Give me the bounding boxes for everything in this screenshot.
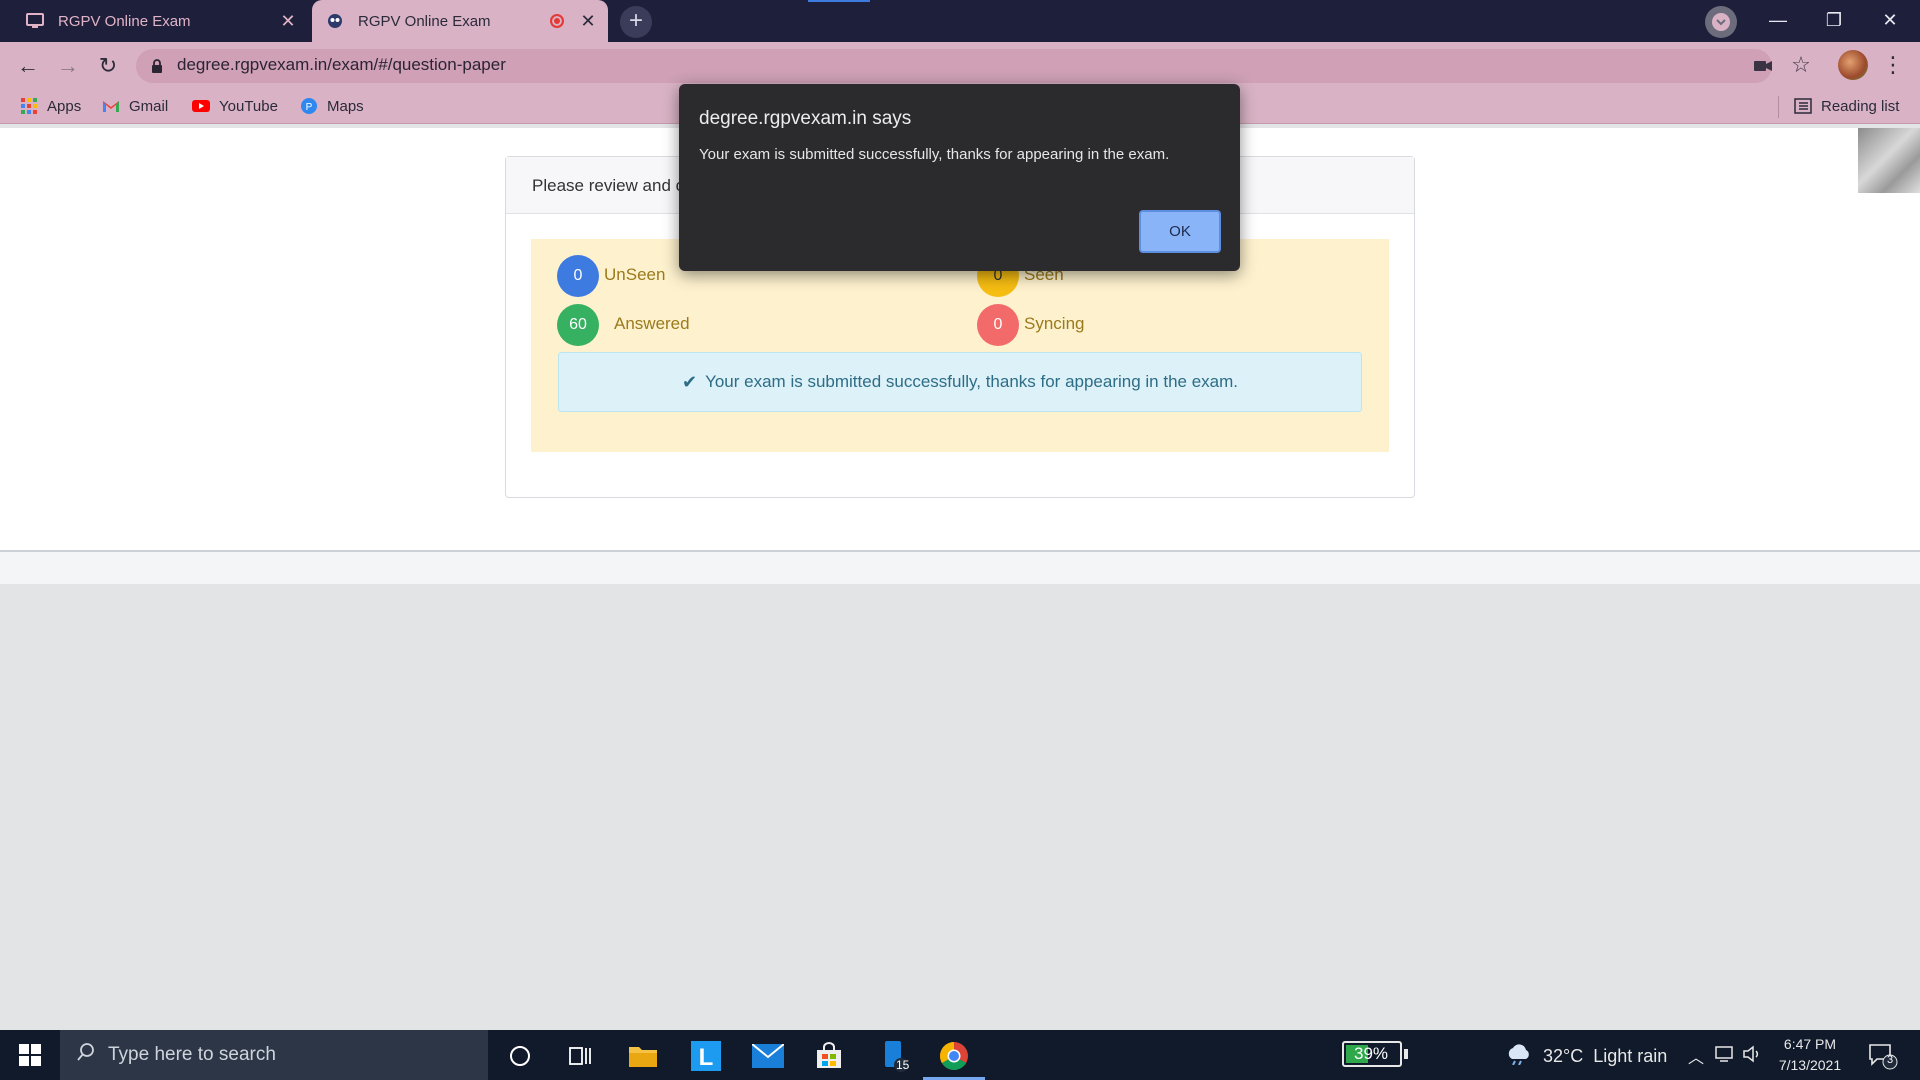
store-badge: 15 — [896, 1058, 910, 1072]
tab-rgpv-online-exam-1[interactable]: RGPV Online Exam ✕ — [12, 0, 308, 42]
notification-count: 3 — [1887, 1054, 1894, 1066]
bookmark-label: Apps — [47, 97, 82, 115]
clock-date: 7/13/2021 — [1778, 1057, 1842, 1073]
minimize-button[interactable]: — — [1750, 0, 1806, 42]
search-placeholder: Type here to search — [108, 1044, 276, 1065]
chrome-icon[interactable] — [936, 1038, 972, 1074]
battery-indicator[interactable]: 39% — [1342, 1041, 1408, 1067]
bookmark-apps[interactable]: Apps — [20, 94, 81, 118]
store-icon[interactable] — [811, 1038, 847, 1074]
restore-button[interactable]: ❐ — [1806, 0, 1862, 42]
tab-rgpv-online-exam-2[interactable]: RGPV Online Exam ✕ — [312, 0, 608, 42]
weather-widget[interactable]: 32°C Light rain — [1505, 1042, 1667, 1070]
camera-icon[interactable] — [1752, 55, 1774, 77]
submission-success-alert: ✔ Your exam is submitted successfully, t… — [558, 352, 1362, 412]
bookmark-label: YouTube — [219, 97, 278, 115]
reading-list-label: Reading list — [1821, 97, 1900, 115]
network-icon[interactable] — [1714, 1044, 1736, 1069]
review-heading: Please review and c — [532, 176, 685, 195]
back-arrow-icon[interactable]: ← — [12, 50, 44, 82]
accent-indicator — [808, 0, 870, 2]
cortana-icon[interactable] — [502, 1038, 538, 1074]
url-text[interactable]: degree.rgpvexam.in/exam/#/question-paper — [177, 55, 506, 75]
clock-time: 6:47 PM — [1783, 1036, 1837, 1052]
maps-icon: P — [300, 97, 318, 115]
search-icon — [76, 1042, 96, 1068]
l-app-icon[interactable]: L — [688, 1038, 724, 1074]
phone-app-icon[interactable]: 15 — [874, 1038, 910, 1074]
page-footer-strip — [0, 552, 1920, 584]
dialog-title: degree.rgpvexam.in says — [699, 108, 912, 129]
ok-button[interactable]: OK — [1139, 210, 1221, 253]
system-clock[interactable]: 6:47 PM 7/13/2021 — [1774, 1034, 1846, 1076]
owl-favicon-icon — [326, 12, 344, 30]
lock-icon[interactable] — [150, 59, 164, 73]
bookmark-youtube[interactable]: YouTube — [192, 94, 278, 118]
monitor-icon — [26, 12, 44, 30]
reading-list-icon — [1794, 97, 1812, 115]
syncing-count-badge: 0 — [977, 304, 1019, 346]
syncing-label: Syncing — [1024, 314, 1085, 333]
bookmark-gmail[interactable]: Gmail — [102, 94, 168, 118]
bookmarks-separator — [1778, 96, 1779, 118]
bookmark-label: Gmail — [129, 97, 169, 115]
close-window-button[interactable]: ✕ — [1862, 0, 1918, 42]
checkmark-icon: ✔ — [681, 371, 698, 392]
battery-tip — [1404, 1049, 1408, 1059]
bookmark-maps[interactable]: P Maps — [300, 94, 364, 118]
gmail-icon — [102, 97, 120, 115]
new-tab-button[interactable]: + — [620, 6, 652, 38]
svg-text:P: P — [306, 102, 313, 113]
tab-search-chevron-icon[interactable] — [1705, 6, 1737, 38]
task-view-icon[interactable] — [562, 1038, 598, 1074]
bookmark-star-icon[interactable]: ☆ — [1788, 52, 1814, 78]
tab-close-icon[interactable]: ✕ — [576, 11, 600, 32]
unseen-label: UnSeen — [604, 265, 666, 284]
youtube-icon — [192, 97, 210, 115]
mail-icon[interactable] — [750, 1038, 786, 1074]
file-explorer-icon[interactable] — [625, 1038, 661, 1074]
tab-title: RGPV Online Exam — [58, 12, 191, 30]
menu-kebab-icon[interactable]: ⋮ — [1882, 50, 1904, 80]
weather-text: 32°C Light rain — [1543, 1045, 1668, 1066]
tab-title: RGPV Online Exam — [358, 12, 491, 30]
svg-text:L: L — [699, 1044, 714, 1071]
reading-list-button[interactable]: Reading list — [1794, 94, 1899, 118]
reload-icon[interactable]: ↻ — [92, 50, 124, 82]
bookmark-label: Maps — [327, 97, 364, 115]
volume-icon[interactable] — [1742, 1044, 1764, 1069]
profile-avatar[interactable] — [1838, 50, 1868, 80]
success-message: Your exam is submitted successfully, tha… — [705, 372, 1239, 391]
show-hidden-icons-chevron-icon[interactable]: ︿ — [1688, 1044, 1704, 1068]
forward-arrow-icon[interactable]: → — [52, 50, 84, 82]
answered-label: Answered — [614, 314, 690, 333]
battery-percent: 39% — [1354, 1044, 1389, 1063]
dialog-message: Your exam is submitted successfully, tha… — [699, 146, 1170, 163]
cloud-rain-icon — [1505, 1043, 1533, 1070]
unseen-count-badge: 0 — [557, 255, 599, 297]
taskbar-search-box[interactable]: Type here to search — [60, 1030, 488, 1080]
notification-center-icon[interactable]: 3 — [1868, 1042, 1898, 1070]
windows-start-icon[interactable] — [18, 1043, 42, 1067]
tab-close-icon[interactable]: ✕ — [276, 11, 300, 32]
recording-icon — [550, 14, 564, 28]
apps-grid-icon — [20, 97, 38, 115]
webcam-thumbnail — [1858, 128, 1920, 193]
answered-count-badge: 60 — [557, 304, 599, 346]
